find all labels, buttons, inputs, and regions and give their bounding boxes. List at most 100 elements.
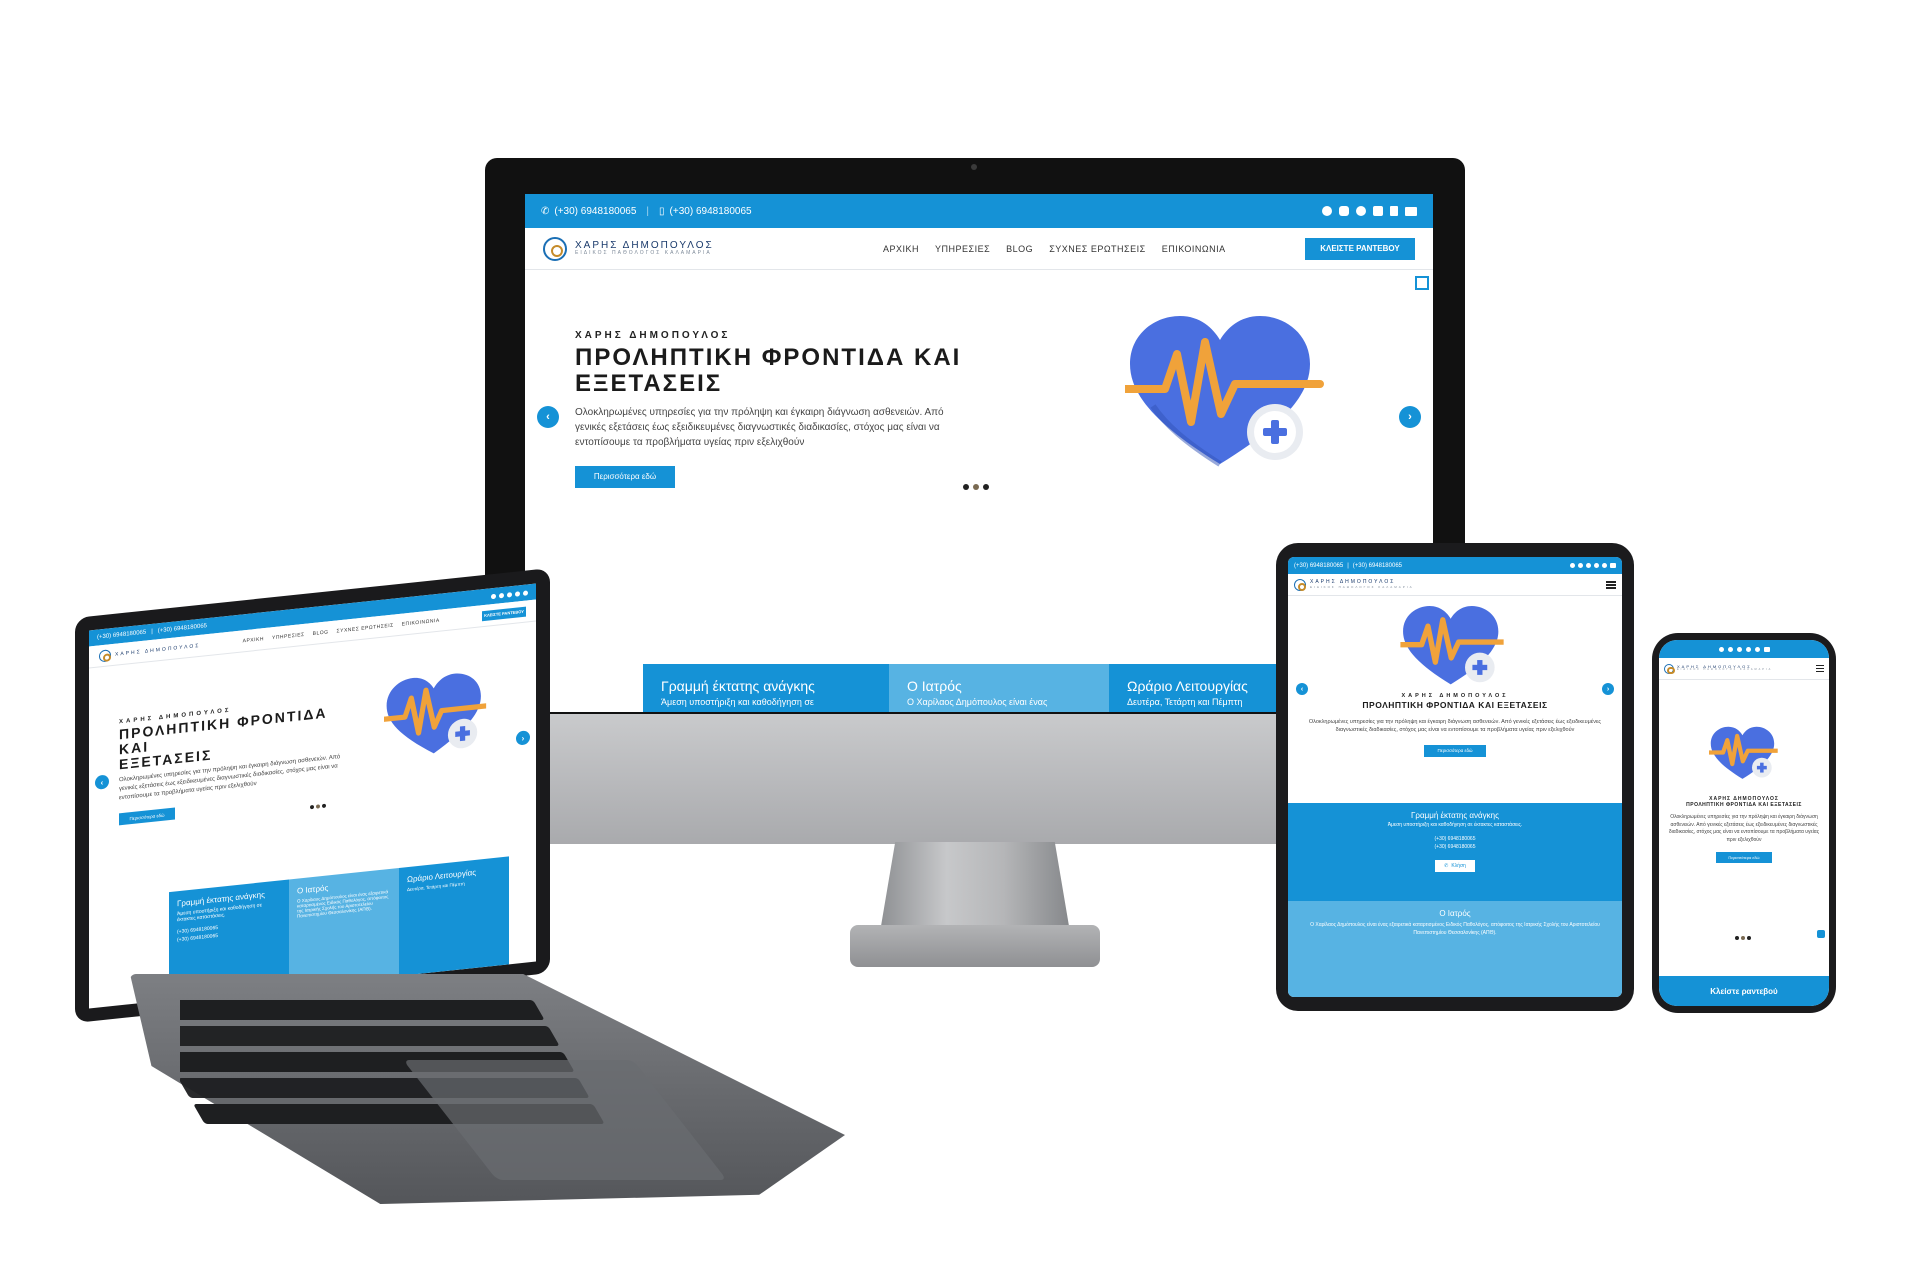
nav-home[interactable]: ΑΡΧΙΚΗ bbox=[243, 636, 264, 644]
nav-services[interactable]: ΥΠΗΡΕΣΙΕΣ bbox=[272, 631, 305, 640]
emergency-card: Γραμμή έκτατης ανάγκης Άμεση υποστήριξη … bbox=[643, 664, 889, 712]
tablet: (+30) 6948180065 | (+30) 6948180065 ΧΑΡΗΣ … bbox=[1276, 543, 1634, 1011]
email-icon[interactable] bbox=[1610, 563, 1616, 568]
instagram-icon[interactable] bbox=[499, 592, 504, 598]
tumblr-icon[interactable] bbox=[1754, 646, 1760, 652]
nav-menu: ΑΡΧΙΚΗ ΥΠΗΡΕΣΙΕΣ BLOG ΣΥΧΝΕΣ ΕΡΩΤΗΣΕΙΣ Ε… bbox=[875, 244, 1234, 254]
top-bar bbox=[1659, 640, 1829, 658]
facebook-icon[interactable] bbox=[1718, 646, 1724, 652]
logo-stethoscope-icon bbox=[1294, 578, 1306, 591]
logo-stethoscope-icon bbox=[1664, 663, 1675, 675]
nav-services[interactable]: ΥΠΗΡΕΣΙΕΣ bbox=[935, 244, 990, 254]
slider-prev-button[interactable]: ‹ bbox=[95, 774, 109, 790]
tablet-site: (+30) 6948180065 | (+30) 6948180065 ΧΑΡΗΣ … bbox=[1288, 557, 1622, 997]
laptop-site: (+30) 6948180065 | (+30) 6948180065 ΧΑΡΗΣ … bbox=[89, 583, 536, 1009]
tumblr-icon[interactable] bbox=[1390, 206, 1398, 216]
top-bar: ✆ (+30) 6948180065 | ▯ (+30) 6948180065 bbox=[525, 194, 1433, 228]
slider-dot[interactable] bbox=[1735, 936, 1739, 940]
email-icon[interactable] bbox=[1763, 646, 1770, 652]
phone-link[interactable]: ✆ (+30) 6948180065 bbox=[541, 206, 636, 217]
slider-dot[interactable] bbox=[963, 484, 969, 490]
hero-more-button[interactable]: Περισσότερα εδώ bbox=[119, 807, 175, 826]
pinterest-icon[interactable] bbox=[1594, 563, 1599, 568]
google-icon[interactable] bbox=[1586, 563, 1591, 568]
nav-home[interactable]: ΑΡΧΙΚΗ bbox=[883, 244, 919, 254]
slider-dot-active[interactable] bbox=[1741, 936, 1745, 940]
slider-next-button[interactable]: › bbox=[1399, 406, 1421, 428]
laptop: (+30) 6948180065 | (+30) 6948180065 ΧΑΡΗΣ … bbox=[75, 568, 550, 1023]
heart-pulse-illustration bbox=[1709, 726, 1778, 779]
heart-pulse-illustration bbox=[384, 673, 487, 754]
slider-dot[interactable] bbox=[310, 804, 314, 810]
mobile-link[interactable]: ▯ (+30) 6948180065 bbox=[659, 206, 752, 217]
main-nav: ΧΑΡΗΣ ΔΗΜΟΠΟΥΛΟΣ ΕΙΔΙΚΟΣ ΠΑΘΟΛΟΓΟΣ ΚΑΛΑΜΑ… bbox=[1288, 574, 1622, 596]
hamburger-menu-icon[interactable] bbox=[1816, 665, 1824, 672]
google-icon[interactable] bbox=[507, 591, 512, 598]
hero-desc-line1: Ολοκληρωμένες υπηρεσίες για την πρόληψη … bbox=[575, 406, 944, 418]
google-icon[interactable] bbox=[1356, 206, 1366, 216]
site-logo[interactable]: ΧΑΡΗΣ ΔΗΜΟΠΟΥΛΟΣ ΕΙΔΙΚΟΣ ΠΑΘΟΛΟΓΟΣ ΚΑΛΑΜ… bbox=[543, 236, 714, 261]
tumblr-icon[interactable] bbox=[523, 589, 528, 596]
nav-faq[interactable]: ΣΥΧΝΕΣ ΕΡΩΤΗΣΕΙΣ bbox=[337, 622, 394, 634]
scroll-top-button[interactable] bbox=[1817, 930, 1825, 938]
hours-card: Ωράριο Λειτουργίας Δευτέρα, Τετάρτη και … bbox=[399, 856, 509, 976]
monitor-stand bbox=[880, 842, 1070, 932]
slider-dot[interactable] bbox=[1747, 936, 1751, 940]
hero-more-button[interactable]: Περισσότερα εδώ bbox=[1424, 744, 1486, 757]
pinterest-icon[interactable] bbox=[1745, 646, 1751, 652]
mobile-icon: ▯ bbox=[659, 205, 665, 217]
pinterest-icon[interactable] bbox=[1373, 206, 1383, 216]
hamburger-menu-icon[interactable] bbox=[1606, 580, 1616, 589]
hero-eyebrow: ΧΑΡΗΣ ΔΗΜΟΠΟΥΛΟΣ bbox=[575, 330, 731, 341]
instagram-icon[interactable] bbox=[1727, 646, 1733, 652]
hero-desc-line3: εντοπίσουμε τα προβλήματα υγείας πριν εξ… bbox=[575, 436, 805, 448]
slider-dot-active[interactable] bbox=[316, 804, 320, 809]
hero-title-line1: ΠΡΟΛΗΠΤΙΚΗ ΦΡΟΝΤΙΔΑ ΚΑΙ bbox=[575, 344, 962, 371]
heart-pulse-illustration bbox=[1400, 606, 1504, 685]
hero-more-button[interactable]: Περισσότερα εδώ bbox=[575, 465, 675, 488]
book-appointment-bar[interactable]: Κλείστε ραντεβού bbox=[1659, 976, 1829, 1006]
main-nav: ΧΑΡΗΣ ΔΗΜΟΠΟΥΛΟΣ ΕΙΔΙΚΟΣ ΠΑΘΟΛΟΓΟΣ ΚΑΛΑΜΑ… bbox=[1659, 658, 1829, 680]
facebook-icon[interactable] bbox=[491, 593, 496, 599]
nav-blog[interactable]: BLOG bbox=[313, 629, 329, 637]
book-appointment-button[interactable]: ΚΛΕΙΣΤΕ ΡΑΝΤΕΒΟΥ bbox=[1304, 237, 1415, 260]
hero-content: ΧΑΡΗΣ ΔΗΜΟΠΟΥΛΟΣ ΠΡΟΛΗΠΤΙΚΗ ΦΡΟΝΤΙΔΑ ΚΑΙ… bbox=[1667, 796, 1821, 864]
logo-stethoscope-icon bbox=[99, 648, 111, 662]
call-button[interactable]: ✆ Κλήση bbox=[1435, 860, 1475, 872]
monitor-stand-base bbox=[850, 925, 1100, 967]
nav-contact[interactable]: ΕΠΙΚΟΙΝΩΝΙΑ bbox=[1162, 244, 1226, 254]
nav-contact[interactable]: ΕΠΙΚΟΙΝΩΝΙΑ bbox=[402, 617, 440, 627]
facebook-icon[interactable] bbox=[1570, 563, 1575, 568]
slider-dots bbox=[961, 484, 991, 490]
hero-desc-line2: γενικές εξετάσεις έως εξειδικευμένες δια… bbox=[575, 421, 940, 433]
phone-icon: ✆ bbox=[1444, 863, 1449, 869]
slider-dot[interactable] bbox=[983, 484, 989, 490]
pinterest-icon[interactable] bbox=[515, 590, 520, 597]
camera-dot bbox=[971, 164, 977, 170]
slider-next-button[interactable]: › bbox=[516, 730, 530, 746]
slider-dots bbox=[309, 803, 327, 810]
hero-more-button[interactable]: Περισσότερα εδώ bbox=[1716, 852, 1772, 864]
nav-faq[interactable]: ΣΥΧΝΕΣ ΕΡΩΤΗΣΕΙΣ bbox=[1049, 244, 1146, 254]
slider-dots bbox=[1734, 936, 1752, 940]
slider-dot[interactable] bbox=[322, 803, 326, 809]
book-appointment-button[interactable]: ΚΛΕΙΣΤΕ ΡΑΝΤΕΒΟΥ bbox=[481, 606, 526, 621]
slider-prev-button[interactable]: ‹ bbox=[537, 406, 559, 428]
phone-site: ΧΑΡΗΣ ΔΗΜΟΠΟΥΛΟΣ ΕΙΔΙΚΟΣ ΠΑΘΟΛΟΓΟΣ ΚΑΛΑΜΑ… bbox=[1659, 640, 1829, 1006]
instagram-icon[interactable] bbox=[1339, 206, 1349, 216]
fullscreen-icon[interactable] bbox=[1415, 276, 1429, 290]
email-icon[interactable] bbox=[1405, 206, 1417, 216]
nav-blog[interactable]: BLOG bbox=[1006, 244, 1033, 254]
facebook-icon[interactable] bbox=[1322, 206, 1332, 216]
slider-dot-active[interactable] bbox=[973, 484, 979, 490]
hero-title-line2: ΕΞΕΤΑΣΕΙΣ bbox=[575, 369, 723, 397]
hero-content: ΧΑΡΗΣ ΔΗΜΟΠΟΥΛΟΣ ΠΡΟΛΗΠΤΙΚΗ ΦΡΟΝΤΙΔΑ ΚΑΙ… bbox=[575, 330, 1005, 488]
heart-pulse-illustration bbox=[1125, 316, 1324, 467]
main-nav: ΧΑΡΗΣ ΔΗΜΟΠΟΥΛΟΣ ΕΙΔΙΚΟΣ ΠΑΘΟΛΟΓΟΣ ΚΑΛΑΜ… bbox=[525, 228, 1433, 270]
google-icon[interactable] bbox=[1736, 646, 1742, 652]
instagram-icon[interactable] bbox=[1578, 563, 1583, 568]
tumblr-icon[interactable] bbox=[1602, 563, 1607, 568]
emergency-card: Γραμμή έκτατης ανάγκης Άμεση υποστήριξη … bbox=[1288, 803, 1622, 901]
site-logo[interactable]: ΧΑΡΗΣ ΔΗΜΟΠΟΥΛΟΣ ΕΙΔΙΚΟΣ ΠΑΘΟΛΟΓΟΣ ΚΑΛΑΜΑ… bbox=[1664, 663, 1772, 675]
site-logo[interactable]: ΧΑΡΗΣ ΔΗΜΟΠΟΥΛΟΣ ΕΙΔΙΚΟΣ ΠΑΘΟΛΟΓΟΣ ΚΑΛΑΜΑ… bbox=[1294, 578, 1414, 591]
